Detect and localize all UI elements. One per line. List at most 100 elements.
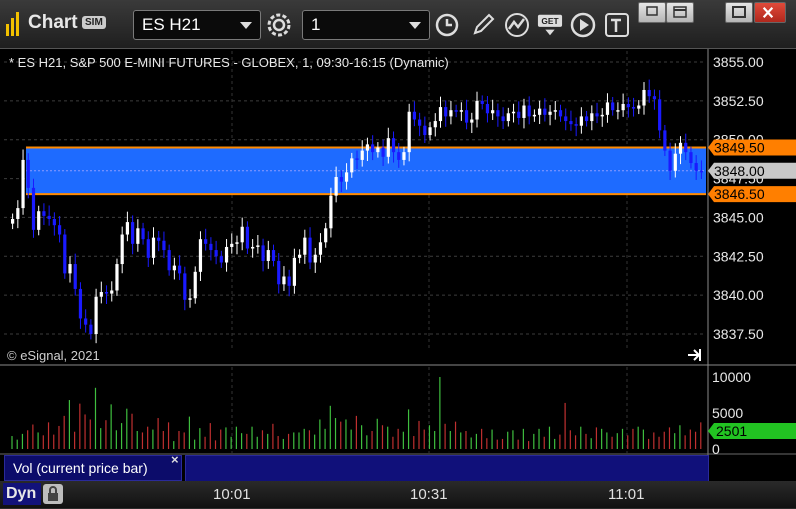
candle-body (673, 153, 677, 171)
candle-body (131, 222, 135, 244)
candle-body (136, 228, 140, 244)
indicator-icon[interactable] (504, 12, 530, 38)
candle-body (689, 152, 693, 164)
candle-body (125, 222, 130, 235)
candle-body (449, 110, 453, 117)
candle-body (590, 113, 594, 122)
candle-body (647, 89, 651, 97)
candle-body (214, 250, 218, 257)
pencil-draw-icon[interactable] (470, 12, 496, 38)
candle-body (57, 225, 62, 235)
y-tick-label: 3852.50 (713, 93, 764, 109)
candle-body (162, 240, 166, 251)
candle-body (412, 111, 416, 120)
candle-body (52, 218, 56, 226)
clock-icon[interactable] (434, 12, 460, 38)
candle-body (63, 234, 67, 274)
candle-body (642, 89, 646, 106)
x-tick-label: 10:01 (213, 486, 251, 503)
candle-body (146, 239, 150, 258)
candle-body (266, 250, 270, 261)
candle-body (219, 256, 223, 263)
candle-body (600, 114, 604, 117)
settings-gear-icon[interactable] (266, 12, 292, 38)
close-icon[interactable] (754, 2, 786, 23)
candle-body (21, 159, 25, 209)
text-tool-icon[interactable] (604, 12, 630, 38)
y-tick-label: 3842.50 (713, 248, 764, 264)
candle-body (89, 324, 93, 334)
tile-icon[interactable] (666, 2, 694, 23)
candle-body (193, 271, 197, 299)
maximize-icon[interactable] (725, 2, 753, 23)
y-tick-label: 3837.50 (713, 326, 764, 342)
price-band (26, 146, 706, 196)
candle-body (224, 246, 229, 263)
get-data-icon[interactable]: GET (537, 12, 565, 38)
candle-body (360, 150, 364, 160)
candle-body (558, 110, 563, 117)
interval-selector[interactable]: 1 (302, 10, 430, 40)
candle-body (42, 211, 46, 216)
candle-body (678, 142, 683, 154)
dyn-label: Dyn (6, 485, 37, 502)
symbol-value: ES H21 (142, 15, 201, 34)
candle-body (313, 254, 317, 263)
candle-body (31, 187, 36, 230)
candle-body (240, 226, 244, 243)
candle-body (522, 105, 526, 118)
time-axis-bar (0, 481, 796, 508)
lock-icon[interactable] (43, 484, 63, 504)
chevron-down-icon[interactable] (240, 22, 252, 29)
dyn-button[interactable]: Dyn (3, 483, 41, 505)
candle-body (209, 243, 213, 251)
candle-body (183, 273, 187, 300)
candle-body (16, 208, 20, 219)
copyright-text: © eSignal, 2021 (7, 348, 100, 363)
candle-body (344, 172, 349, 182)
price-chart[interactable]: 3855.003852.503850.003847.503845.003842.… (0, 49, 796, 481)
chart-window: Chart SIM ES H21 1 GET 3855.00 3852.50 3… (0, 0, 796, 508)
candle-body (454, 110, 458, 112)
candle-body (464, 110, 469, 123)
candle-body (355, 158, 359, 160)
candle-body (470, 119, 474, 123)
candle-body (527, 105, 531, 117)
svg-text:GET: GET (541, 16, 558, 26)
candle-body (475, 100, 479, 120)
candle-body (26, 159, 30, 188)
play-icon[interactable] (570, 12, 596, 38)
candle-body (350, 158, 354, 173)
candle-body (167, 250, 171, 271)
candle-body (438, 107, 443, 122)
symbol-selector[interactable]: ES H21 (133, 10, 261, 40)
close-study-icon[interactable]: × (171, 452, 179, 467)
candle-body (386, 138, 390, 157)
candle-body (652, 96, 657, 100)
candle-body (365, 144, 370, 151)
candle-body (532, 114, 537, 117)
candle-body (658, 99, 662, 131)
candle-body (271, 250, 276, 261)
candle-body (631, 107, 636, 109)
candle-body (277, 260, 281, 285)
restore-icon[interactable] (638, 2, 666, 23)
chevron-down-icon[interactable] (409, 22, 421, 29)
candle-body (245, 226, 250, 249)
candle-body (308, 237, 312, 263)
candle-body (204, 239, 208, 244)
candle-body (579, 116, 583, 126)
candle-body (694, 163, 698, 171)
volume-study-label[interactable]: Vol (current price bar) (4, 455, 182, 481)
candle-body (37, 211, 41, 230)
candle-body (78, 288, 83, 319)
x-tick-label: 10:31 (410, 486, 448, 503)
candle-body (110, 290, 114, 294)
candle-body (428, 127, 432, 136)
candle-body (459, 110, 463, 112)
candle-body (339, 177, 343, 182)
candle-body (120, 234, 124, 265)
candle-body (699, 170, 703, 173)
volume-tick-label: 5000 (712, 405, 743, 421)
interval-value: 1 (311, 15, 321, 34)
